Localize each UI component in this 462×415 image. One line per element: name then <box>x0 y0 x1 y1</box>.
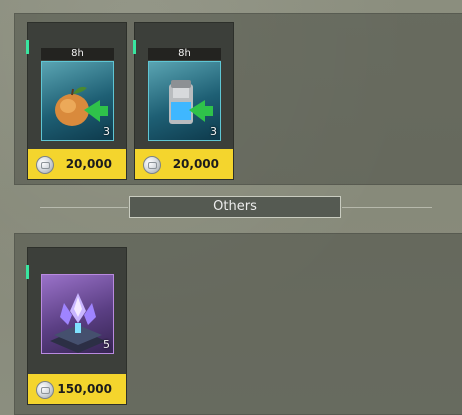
new-indicator <box>26 40 29 54</box>
shop-section-others: 5 150,000 <box>14 233 462 415</box>
silver-coin-icon <box>143 156 161 174</box>
shop-item-card[interactable]: 8h 3 20,000 <box>133 22 234 180</box>
item-timer: 8h <box>41 48 114 60</box>
item-quantity: 3 <box>103 125 110 138</box>
shop-section-timed: 8h 3 20,000 8h 3 20,000 <box>14 13 462 185</box>
silver-coin-icon <box>36 381 54 399</box>
item-price: 150,000 <box>57 382 112 396</box>
item-timer: 8h <box>148 48 221 60</box>
new-indicator <box>133 40 136 54</box>
item-price: 20,000 <box>172 157 219 171</box>
silver-coin-icon <box>36 156 54 174</box>
buy-button[interactable]: 20,000 <box>28 149 126 179</box>
new-indicator <box>26 265 29 279</box>
item-quantity: 5 <box>103 338 110 351</box>
item-quantity: 3 <box>210 125 217 138</box>
item-icon-frame: 5 <box>41 274 114 354</box>
buy-button[interactable]: 150,000 <box>28 374 126 404</box>
shop-item-card[interactable]: 8h 3 20,000 <box>26 22 127 180</box>
section-title-others: Others <box>129 196 341 218</box>
item-icon-frame: 3 <box>41 61 114 141</box>
item-price: 20,000 <box>65 157 112 171</box>
shop-item-card[interactable]: 5 150,000 <box>26 247 127 405</box>
item-icon-frame: 3 <box>148 61 221 141</box>
divider-line-left <box>40 207 128 208</box>
divider-line-right <box>342 207 432 208</box>
buy-button[interactable]: 20,000 <box>135 149 233 179</box>
